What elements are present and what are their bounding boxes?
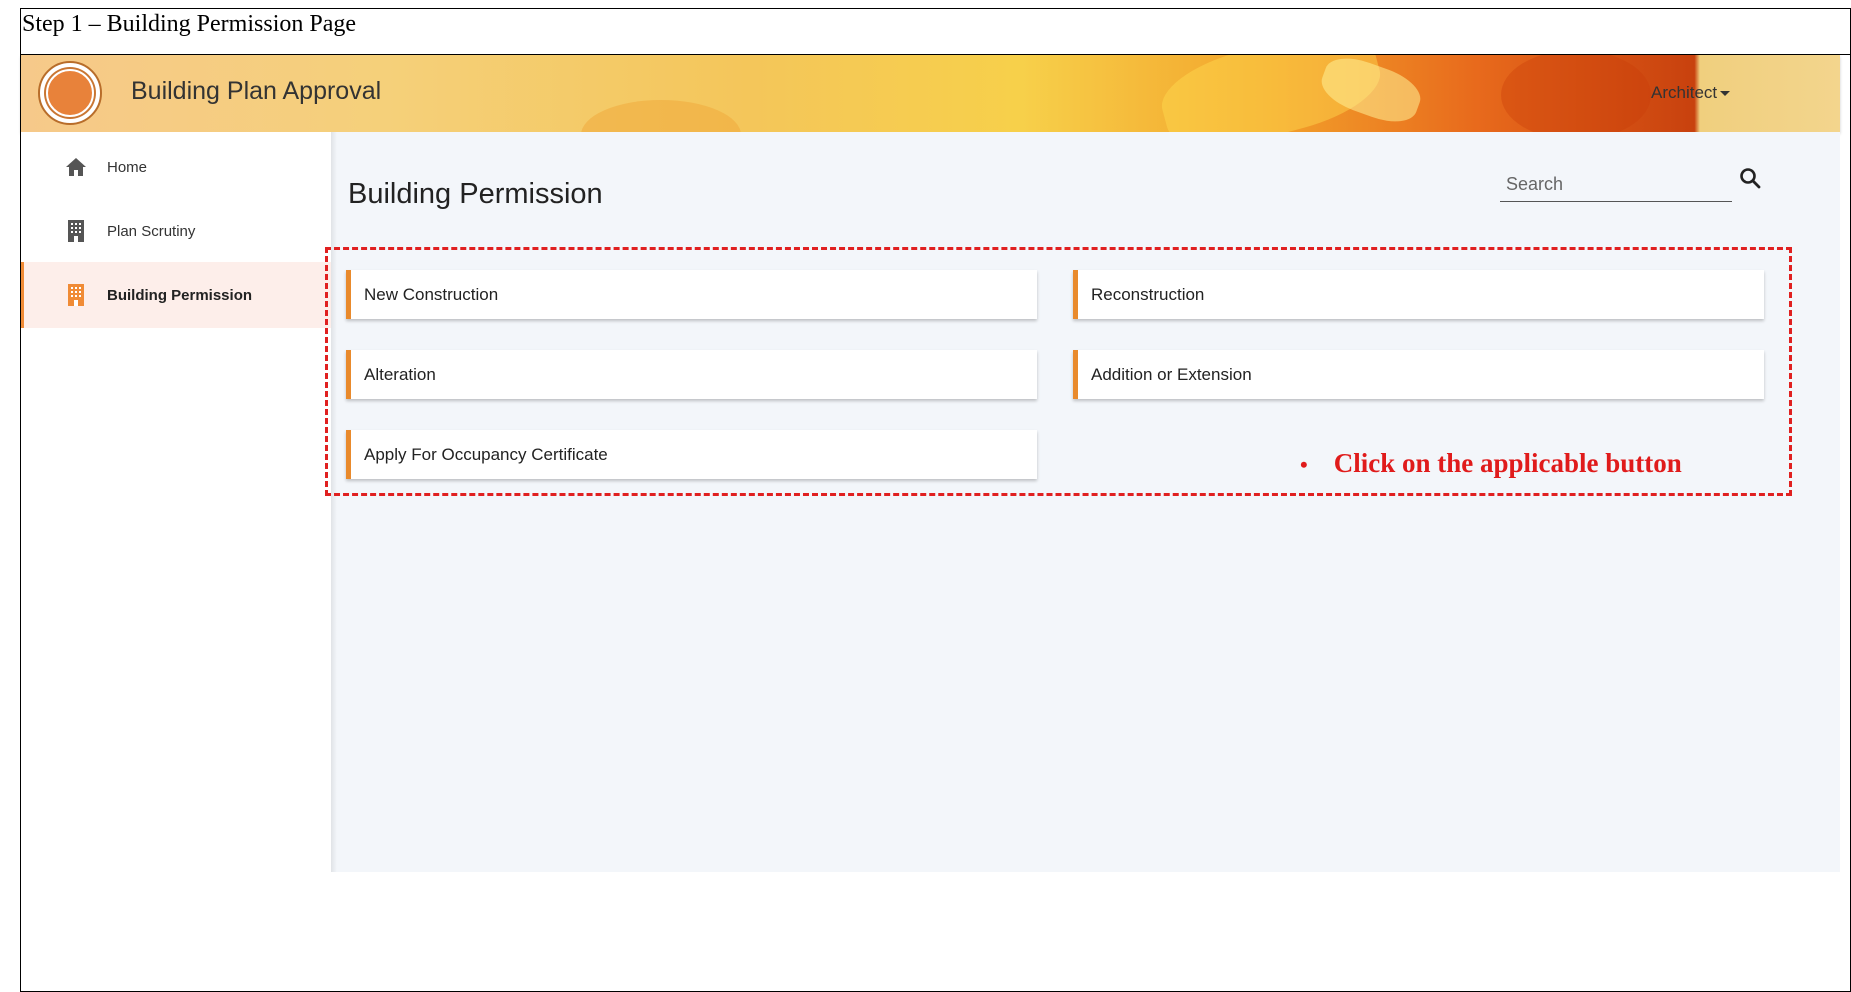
user-menu[interactable]: Architect (1651, 83, 1731, 103)
sidebar-item-home[interactable]: Home (21, 137, 331, 197)
user-menu-label: Architect (1651, 83, 1718, 102)
bullet: • (1300, 452, 1308, 477)
main-content (331, 132, 1840, 872)
sidebar: Home Plan Scrutiny Building Permission (21, 132, 331, 872)
home-icon (65, 156, 87, 178)
search-input[interactable] (1500, 168, 1732, 202)
header-decoration (581, 100, 741, 132)
sidebar-item-label: Home (107, 158, 148, 176)
header-decoration (1501, 55, 1651, 132)
app-logo[interactable] (38, 61, 102, 125)
step-title: Step 1 – Building Permission Page (22, 11, 357, 37)
instruction-callout: • Click on the applicable button (1300, 448, 1682, 479)
sidebar-item-building-permission[interactable]: Building Permission (21, 262, 331, 328)
logo-emblem (46, 69, 94, 117)
sidebar-item-label: Plan Scrutiny (107, 222, 196, 240)
app-header: Building Plan Approval Architect (21, 55, 1840, 132)
building-icon (65, 220, 87, 242)
instruction-text: Click on the applicable button (1333, 448, 1682, 478)
building-icon (65, 284, 87, 306)
sidebar-item-label: Building Permission (107, 286, 253, 304)
sidebar-shadow (331, 132, 337, 872)
header-decoration (1315, 55, 1427, 131)
page-title: Building Permission (348, 178, 603, 210)
sidebar-item-plan-scrutiny[interactable]: Plan Scrutiny (21, 201, 331, 261)
search-icon[interactable] (1738, 166, 1762, 190)
caret-down-icon (1720, 91, 1731, 97)
app-title: Building Plan Approval (131, 77, 382, 105)
